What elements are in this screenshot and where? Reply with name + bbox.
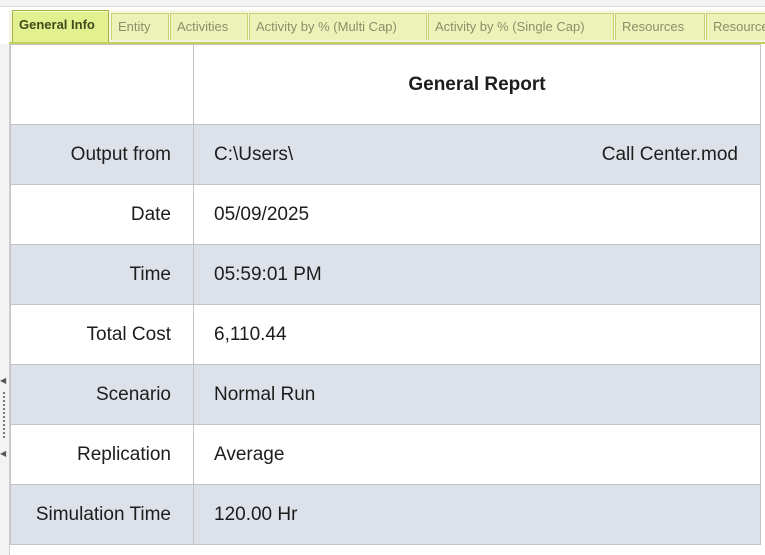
row-label: Total Cost (10, 304, 194, 365)
tab-resources-2[interactable]: Resources (706, 13, 765, 40)
output-path: C:\Users\ (214, 143, 294, 165)
table-row: Replication Average (10, 424, 761, 485)
row-label: Time (10, 244, 194, 305)
row-label: Scenario (10, 364, 194, 425)
row-label: Replication (10, 424, 194, 485)
tab-general-info[interactable]: General Info (12, 10, 109, 43)
row-value: C:\Users\ Call Center.mod (193, 124, 761, 185)
row-label: Simulation Time (10, 484, 194, 545)
output-file: Call Center.mod (601, 143, 738, 165)
row-value: 6,110.44 (193, 304, 761, 365)
table-row: Total Cost 6,110.44 (10, 304, 761, 365)
tab-resources[interactable]: Resources (615, 13, 705, 40)
splitter-grip-icon (3, 392, 7, 438)
report-title: General Report (193, 44, 761, 125)
expand-left-icon[interactable]: ◀ (0, 450, 6, 458)
row-value: Normal Run (193, 364, 761, 425)
report-header-row: General Report (10, 44, 761, 125)
row-value: 05:59:01 PM (193, 244, 761, 305)
collapse-left-icon[interactable]: ◀ (0, 377, 6, 385)
report-tab-bar: General Info Entity Activities Activity … (9, 10, 765, 43)
row-value: Average (193, 424, 761, 485)
tab-activity-multi-cap[interactable]: Activity by % (Multi Cap) (249, 13, 427, 40)
row-label: Date (10, 184, 194, 245)
table-row: Time 05:59:01 PM (10, 244, 761, 305)
row-label: Output from (10, 124, 194, 185)
row-value: 120.00 Hr (193, 484, 761, 545)
tab-entity[interactable]: Entity (111, 13, 169, 40)
header-blank-cell (10, 44, 194, 125)
row-value: 05/09/2025 (193, 184, 761, 245)
table-row: Output from C:\Users\ Call Center.mod (10, 124, 761, 185)
top-strip (0, 0, 765, 7)
general-report-table: General Report Output from C:\Users\ Cal… (10, 44, 761, 545)
table-row: Scenario Normal Run (10, 364, 761, 425)
side-splitter[interactable]: ◀ ◀ (0, 44, 10, 555)
tab-activity-single-cap[interactable]: Activity by % (Single Cap) (428, 13, 614, 40)
table-row: Simulation Time 120.00 Hr (10, 484, 761, 545)
tab-activities[interactable]: Activities (170, 13, 248, 40)
table-row: Date 05/09/2025 (10, 184, 761, 245)
